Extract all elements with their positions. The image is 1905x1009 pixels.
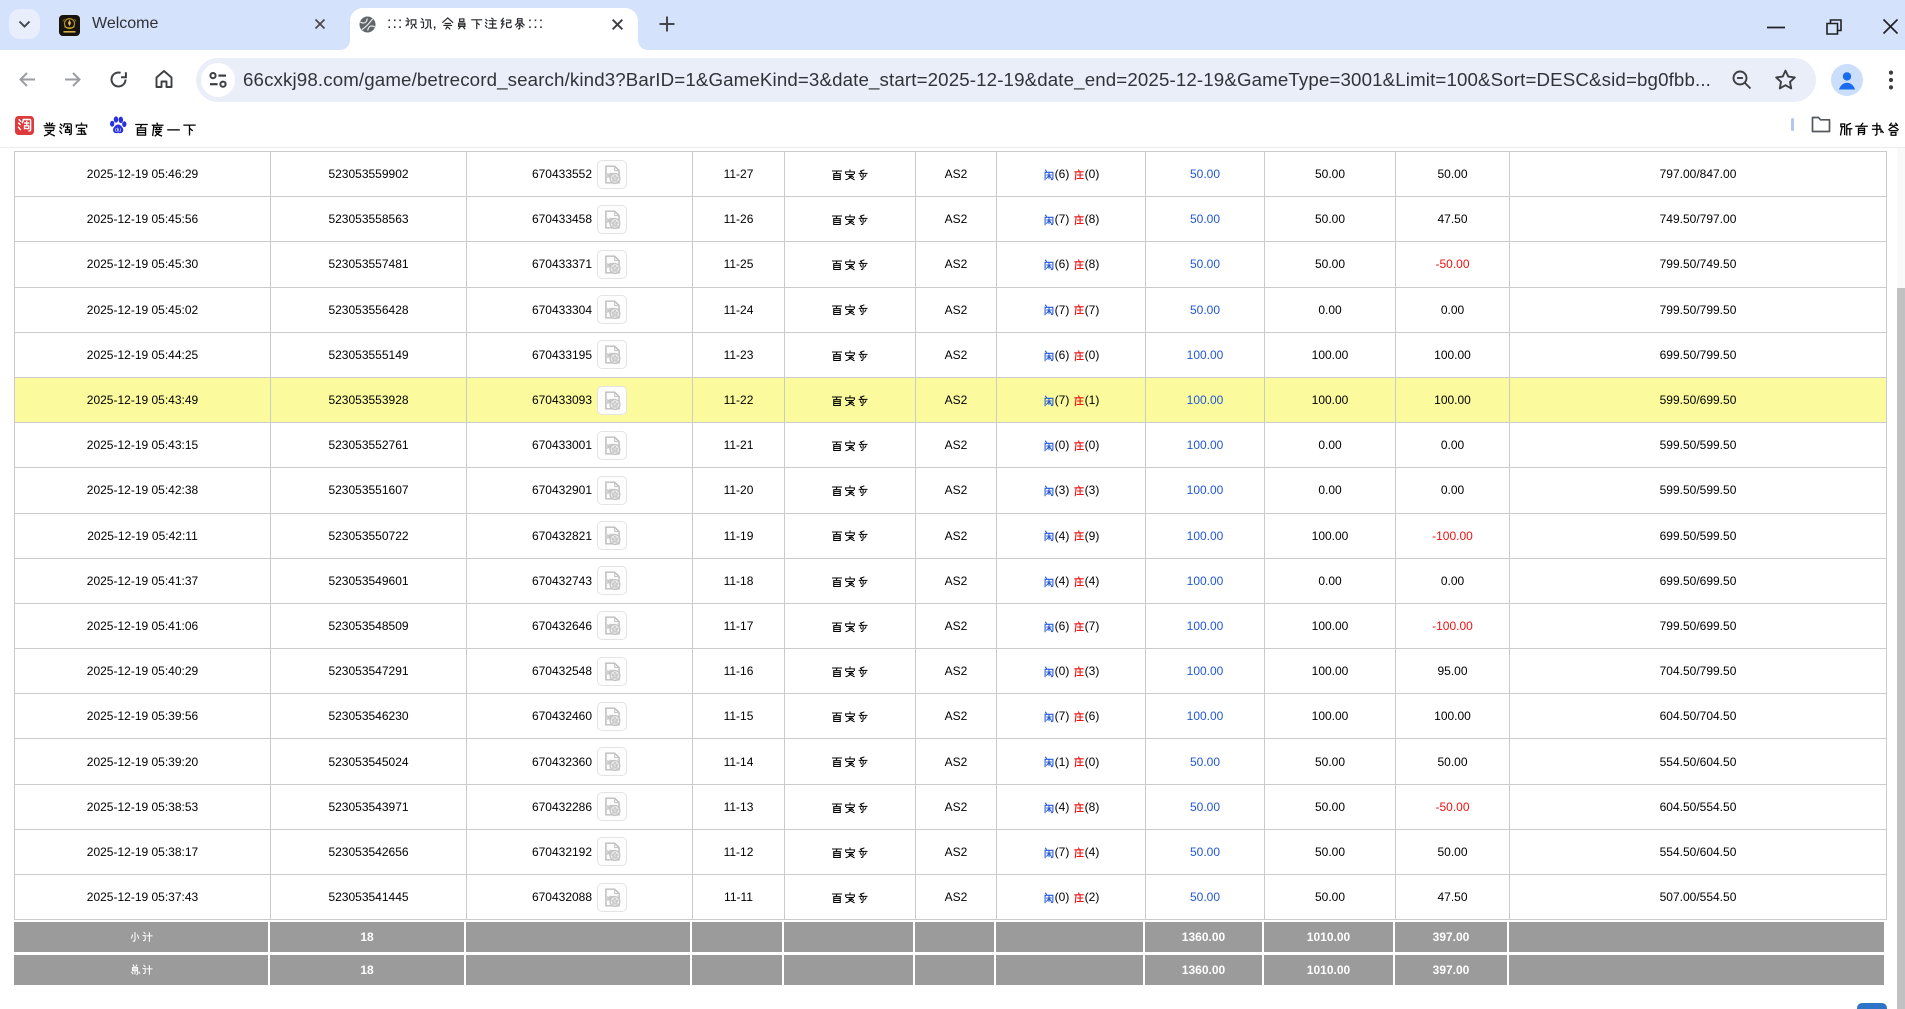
svg-text:du: du [115,127,121,133]
